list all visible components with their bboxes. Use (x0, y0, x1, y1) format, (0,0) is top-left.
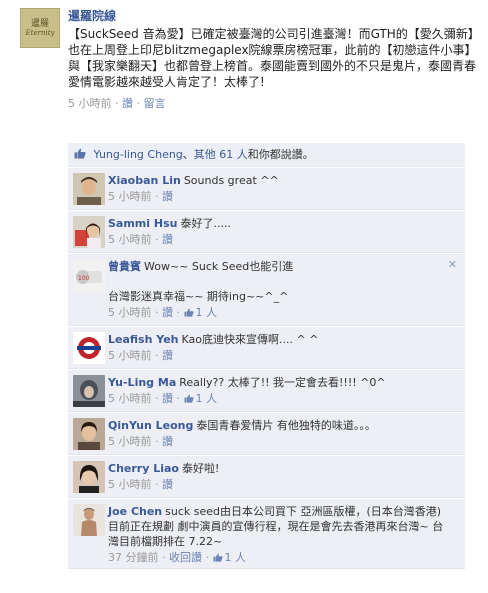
likes-summary: Yung-ling Cheng、其他 61 人和你都說讚。 (68, 143, 465, 167)
comment-item: Cherry Liao 泰好啦! 5 小時前 · 讚 (68, 456, 465, 498)
comment-like-count[interactable]: 1 人 (184, 306, 218, 319)
comment-item: Xiaoban Lin Sounds great ^^ 5 小時前 · 讚 (68, 168, 465, 210)
comment-unlike-link[interactable]: 收回讚 (169, 551, 202, 564)
avatar[interactable]: 100 (73, 259, 105, 291)
page-name-link[interactable]: 暹羅院線 (68, 8, 478, 24)
avatar[interactable] (73, 332, 105, 364)
separator: · (155, 435, 159, 448)
avatar[interactable] (73, 504, 105, 536)
comment-item: Joe Chen suck seed由日本公司買下 亞洲區版權，(日本台灣香港)目… (68, 499, 465, 569)
like-count-text: 1 人 (195, 392, 218, 405)
comment-like-count[interactable]: 1 人 (184, 392, 218, 405)
thumbs-up-icon (74, 148, 86, 159)
comment-text: Kao底迪快來宣傳啊.... ^ ^ (181, 333, 319, 346)
comment-like-link[interactable]: 讚 (162, 478, 173, 491)
comment-timestamp[interactable]: 5 小時前 (108, 392, 152, 405)
comment-timestamp[interactable]: 5 小時前 (108, 233, 152, 246)
comment-timestamp[interactable]: 5 小時前 (108, 349, 152, 362)
post-meta: 5 小時前 · 讚 · 留言 (68, 97, 478, 111)
comment-timestamp[interactable]: 5 小時前 (108, 190, 152, 203)
avatar[interactable] (73, 173, 105, 205)
comment-like-count[interactable]: 1 人 (213, 551, 247, 564)
thumbs-up-icon (213, 553, 223, 562)
page-avatar[interactable]: 暹羅 Eternity (20, 8, 60, 48)
separator: · (136, 97, 141, 110)
comment-author-link[interactable]: Yu-Ling Ma (108, 376, 176, 389)
comment-author-link[interactable]: Joe Chen (108, 505, 162, 518)
avatar[interactable] (73, 375, 105, 407)
post-timestamp[interactable]: 5 小時前 (68, 97, 112, 110)
close-icon[interactable]: ✕ (448, 258, 457, 271)
comment-thread: Yung-ling Cheng、其他 61 人和你都說讚。 Xiaoban Li… (68, 143, 465, 570)
thumbs-up-icon (184, 394, 194, 403)
post-comment-link[interactable]: 留言 (144, 97, 166, 110)
comment-text: 泰好了..... (180, 217, 231, 230)
comment-item: Yu-Ling Ma Really?? 太棒了!! 我一定會去看!!!! ^0^ … (68, 370, 465, 412)
post-like-link[interactable]: 讚 (122, 97, 133, 110)
separator: · (155, 190, 159, 203)
comment-author-link[interactable]: Cherry Liao (108, 462, 179, 475)
svg-text:100: 100 (78, 275, 90, 282)
comment-text: Sounds great ^^ (183, 174, 279, 187)
likes-suffix: 和你都說讚。 (247, 148, 314, 161)
comment-author-link[interactable]: Xiaoban Lin (108, 174, 181, 187)
comment-like-link[interactable]: 讚 (162, 435, 173, 448)
separator: · (155, 349, 159, 362)
comment-author-link[interactable]: Sammi Hsu (108, 217, 177, 230)
comment-like-link[interactable]: 讚 (162, 233, 173, 246)
separator: · (155, 478, 159, 491)
separator: · (155, 306, 159, 319)
comment-author-link[interactable]: 曾貴賓 (108, 260, 141, 273)
avatar[interactable] (73, 461, 105, 493)
comment-like-link[interactable]: 讚 (162, 392, 173, 405)
separator: · (162, 551, 166, 564)
comment-like-link[interactable]: 讚 (162, 306, 173, 319)
separator: · (155, 392, 159, 405)
comment-text: 泰好啦! (181, 462, 220, 475)
comment-timestamp[interactable]: 37 分鐘前 (108, 551, 159, 564)
comment-author-link[interactable]: QinYun Leong (108, 419, 193, 432)
comment-text: 泰国青春爱情片 有他独特的味道。。。 (196, 419, 376, 432)
others-likes-link[interactable]: 其他 61 人 (194, 148, 248, 161)
separator: · (205, 551, 210, 564)
separator: · (115, 97, 119, 110)
avatar[interactable] (73, 418, 105, 450)
post-body: 暹羅院線 【SuckSeed 音為愛】已確定被臺灣的公司引進臺灣！而GTH的【愛… (68, 8, 478, 111)
comment-like-link[interactable]: 讚 (162, 349, 173, 362)
comment-timestamp[interactable]: 5 小時前 (108, 306, 152, 319)
separator: · (176, 306, 181, 319)
like-count-text: 1 人 (195, 306, 218, 319)
thumbs-up-icon (184, 308, 194, 317)
likes-connector: 、 (182, 148, 194, 161)
separator: · (155, 233, 159, 246)
page-avatar-subtext: Eternity (25, 28, 55, 37)
comment-item: 100 ✕ 曾貴賓 Wow~~ Suck Seed也能引進 台灣影迷真幸福~~ 期… (68, 254, 465, 326)
comment-author-link[interactable]: Leafish Yeh (108, 333, 179, 346)
comment-timestamp[interactable]: 5 小時前 (108, 435, 152, 448)
comment-item: QinYun Leong 泰国青春爱情片 有他独特的味道。。。 5 小時前 · 讚 (68, 413, 465, 455)
page-avatar-text: 暹羅 (30, 18, 49, 29)
avatar[interactable] (73, 216, 105, 248)
comment-item: Sammi Hsu 泰好了..... 5 小時前 · 讚 (68, 211, 465, 253)
comment-timestamp[interactable]: 5 小時前 (108, 478, 152, 491)
liker-name-link[interactable]: Yung-ling Cheng (94, 148, 183, 161)
like-count-text: 1 人 (224, 551, 247, 564)
separator: · (176, 392, 181, 405)
comment-like-link[interactable]: 讚 (162, 190, 173, 203)
comment-item: Leafish Yeh Kao底迪快來宣傳啊.... ^ ^ 5 小時前 · 讚 (68, 327, 465, 369)
comment-text: Really?? 太棒了!! 我一定會去看!!!! ^0^ (179, 376, 386, 389)
post-text: 【SuckSeed 音為愛】已確定被臺灣的公司引進臺灣！而GTH的【愛久彌新】也… (68, 27, 477, 89)
